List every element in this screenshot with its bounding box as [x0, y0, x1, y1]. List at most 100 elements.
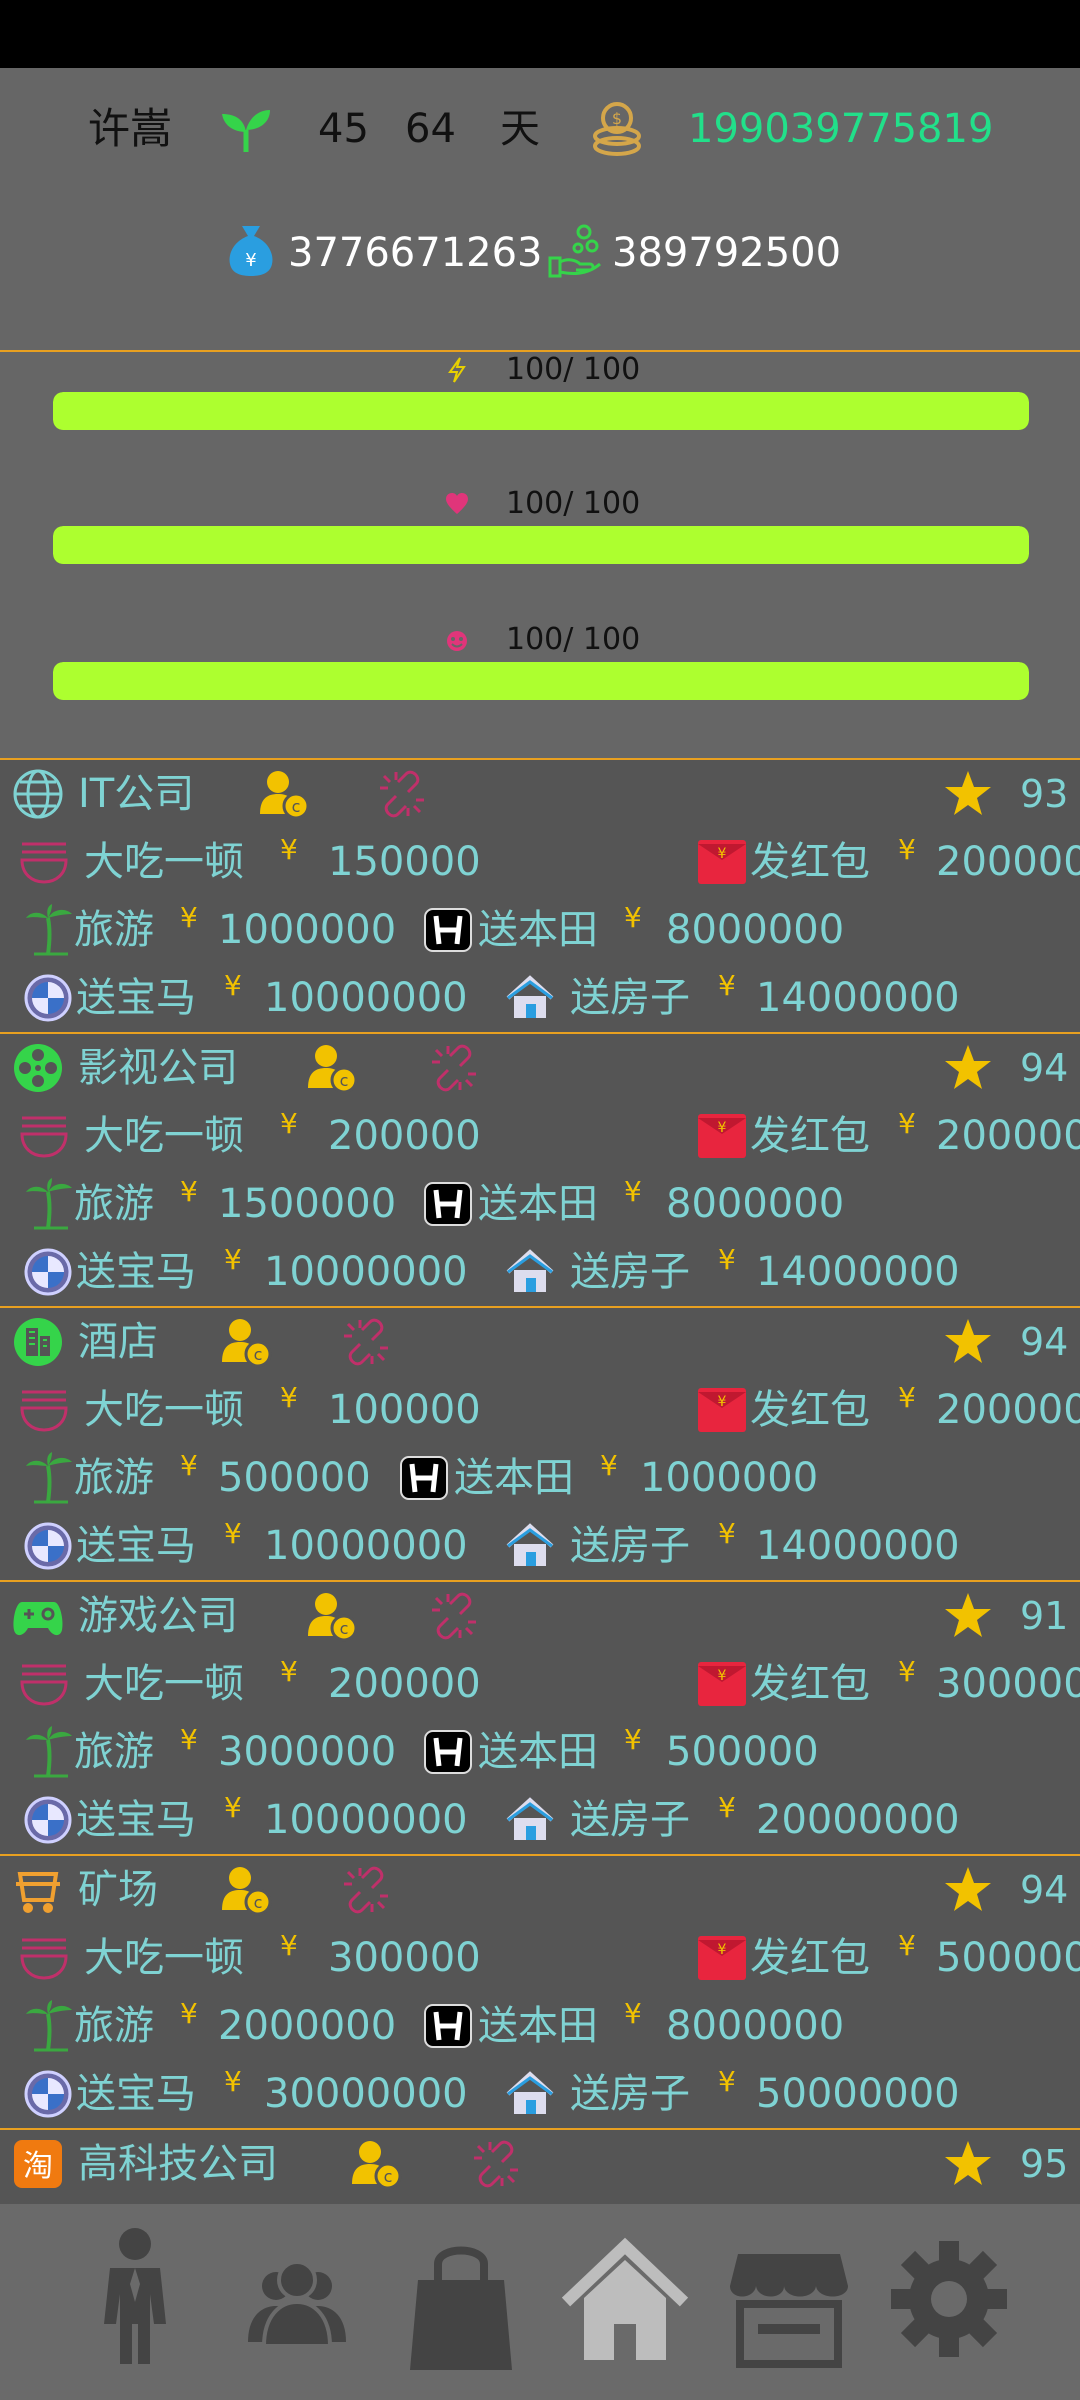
bowl-icon[interactable]: [18, 836, 70, 888]
honda-logo-icon[interactable]: [422, 904, 474, 956]
red-envelope-icon[interactable]: ¥: [696, 1932, 748, 1984]
businessman-icon[interactable]: [70, 2224, 200, 2374]
health-bar: [53, 526, 1029, 564]
income-amount: 389792500: [612, 230, 842, 276]
gift-label[interactable]: 送本田: [478, 1720, 598, 1784]
gift-label[interactable]: 送宝马: [76, 2062, 196, 2126]
bowl-icon[interactable]: [18, 1658, 70, 1710]
energy-stat: 100/ 100: [0, 352, 1080, 452]
gift-row-2: 旅游 ¥ 500000 送本田 ¥ 1000000: [0, 1446, 1080, 1510]
gift-label[interactable]: 送本田: [478, 1172, 598, 1236]
company-card-it[interactable]: IT公司 c 93 大吃一顿 ¥ 150000 ¥ 发红包 ¥ 200000 旅…: [0, 760, 1080, 1034]
gift-label[interactable]: 旅游: [74, 1172, 154, 1236]
manager-icon[interactable]: c: [258, 768, 310, 820]
red-envelope-icon[interactable]: ¥: [696, 836, 748, 888]
gift-label[interactable]: 旅游: [74, 898, 154, 962]
bmw-logo-icon[interactable]: [22, 1520, 74, 1572]
svg-text:¥: ¥: [718, 846, 727, 862]
manager-icon[interactable]: c: [306, 1042, 358, 1094]
gift-label[interactable]: 送宝马: [76, 1514, 196, 1578]
home-icon[interactable]: [560, 2224, 690, 2374]
palm-tree-icon[interactable]: [24, 904, 76, 956]
manager-icon[interactable]: c: [220, 1316, 272, 1368]
company-card-hitech[interactable]: 淘 高科技公司 c 95: [0, 2130, 1080, 2204]
palm-tree-icon[interactable]: [24, 1726, 76, 1778]
gift-label[interactable]: 送本田: [478, 898, 598, 962]
red-envelope-icon[interactable]: ¥: [696, 1658, 748, 1710]
link-broken-icon[interactable]: [428, 1042, 480, 1094]
bmw-logo-icon[interactable]: [22, 2068, 74, 2120]
gift-label[interactable]: 送本田: [454, 1446, 574, 1510]
bmw-logo-icon[interactable]: [22, 1246, 74, 1298]
house-icon[interactable]: [504, 1246, 556, 1298]
gift-label[interactable]: 旅游: [74, 1720, 154, 1784]
red-envelope-icon[interactable]: ¥: [696, 1110, 748, 1162]
link-broken-icon[interactable]: [340, 1864, 392, 1916]
svg-text:淘: 淘: [23, 2149, 53, 2184]
manager-icon[interactable]: c: [220, 1864, 272, 1916]
shopping-bag-icon[interactable]: [396, 2224, 526, 2374]
honda-logo-icon[interactable]: [398, 1452, 450, 1504]
gift-label[interactable]: 大吃一顿: [84, 830, 244, 894]
company-card-mine[interactable]: 矿场 c 94 大吃一顿 ¥ 300000 ¥ 发红包 ¥ 500000 旅游 …: [0, 1856, 1080, 2130]
palm-tree-icon[interactable]: [24, 2000, 76, 2052]
gift-label[interactable]: 旅游: [74, 1446, 154, 1510]
storefront-icon[interactable]: [724, 2224, 854, 2374]
gift-label[interactable]: 送房子: [570, 966, 690, 1030]
manager-icon[interactable]: c: [306, 1590, 358, 1642]
gift-label[interactable]: 发红包: [750, 1378, 870, 1442]
day-count: 64: [405, 106, 456, 152]
svg-text:c: c: [340, 1619, 349, 1638]
gift-label[interactable]: 送房子: [570, 1788, 690, 1852]
link-broken-icon[interactable]: [340, 1316, 392, 1368]
gift-label[interactable]: 大吃一顿: [84, 1652, 244, 1716]
red-envelope-icon[interactable]: ¥: [696, 1384, 748, 1436]
link-broken-icon[interactable]: [428, 1590, 480, 1642]
link-broken-icon[interactable]: [470, 2138, 522, 2190]
company-card-hotel[interactable]: 酒店 c 94 大吃一顿 ¥ 100000 ¥ 发红包 ¥ 200000 旅游 …: [0, 1308, 1080, 1582]
bowl-icon[interactable]: [18, 1384, 70, 1436]
gift-label[interactable]: 送房子: [570, 1514, 690, 1578]
gift-label[interactable]: 送宝马: [76, 1240, 196, 1304]
gift-label[interactable]: 发红包: [750, 1104, 870, 1168]
honda-logo-icon[interactable]: [422, 2000, 474, 2052]
bowl-icon[interactable]: [18, 1110, 70, 1162]
gift-label[interactable]: 发红包: [750, 1652, 870, 1716]
honda-logo-icon[interactable]: [422, 1178, 474, 1230]
gift-label[interactable]: 送本田: [478, 1994, 598, 2058]
gift-label[interactable]: 旅游: [74, 1994, 154, 2058]
gift-label[interactable]: 大吃一顿: [84, 1104, 244, 1168]
gift-label[interactable]: 发红包: [750, 830, 870, 894]
star-icon: [945, 1593, 991, 1637]
gift-price: 14000000: [756, 975, 960, 1021]
money-bag-icon: ¥: [229, 226, 273, 276]
company-list[interactable]: IT公司 c 93 大吃一顿 ¥ 150000 ¥ 发红包 ¥ 200000 旅…: [0, 760, 1080, 2204]
gear-icon[interactable]: [884, 2224, 1014, 2374]
palm-tree-icon[interactable]: [24, 1178, 76, 1230]
manager-icon[interactable]: c: [350, 2138, 402, 2190]
gift-label[interactable]: 送宝马: [76, 1788, 196, 1852]
link-broken-icon[interactable]: [376, 768, 428, 820]
honda-logo-icon[interactable]: [422, 1726, 474, 1778]
house-icon[interactable]: [504, 1520, 556, 1572]
gift-label[interactable]: 大吃一顿: [84, 1378, 244, 1442]
mood-icon: [447, 631, 467, 651]
palm-tree-icon[interactable]: [24, 1452, 76, 1504]
company-card-film[interactable]: 影视公司 c 94 大吃一顿 ¥ 200000 ¥ 发红包 ¥ 200000 旅…: [0, 1034, 1080, 1308]
people-icon[interactable]: [232, 2224, 362, 2374]
gift-label[interactable]: 发红包: [750, 1926, 870, 1990]
gift-label[interactable]: 送宝马: [76, 966, 196, 1030]
bowl-icon[interactable]: [18, 1932, 70, 1984]
house-icon[interactable]: [504, 2068, 556, 2120]
svg-text:c: c: [254, 1893, 263, 1912]
house-icon[interactable]: [504, 1794, 556, 1846]
house-icon[interactable]: [504, 972, 556, 1024]
svg-text:¥: ¥: [718, 1942, 727, 1958]
bmw-logo-icon[interactable]: [22, 1794, 74, 1846]
bmw-logo-icon[interactable]: [22, 972, 74, 1024]
company-card-game[interactable]: 游戏公司 c 91 大吃一顿 ¥ 200000 ¥ 发红包 ¥ 300000 旅…: [0, 1582, 1080, 1856]
yen-sign: ¥: [280, 1929, 298, 1962]
gift-label[interactable]: 送房子: [570, 1240, 690, 1304]
gift-label[interactable]: 送房子: [570, 2062, 690, 2126]
gift-label[interactable]: 大吃一顿: [84, 1926, 244, 1990]
